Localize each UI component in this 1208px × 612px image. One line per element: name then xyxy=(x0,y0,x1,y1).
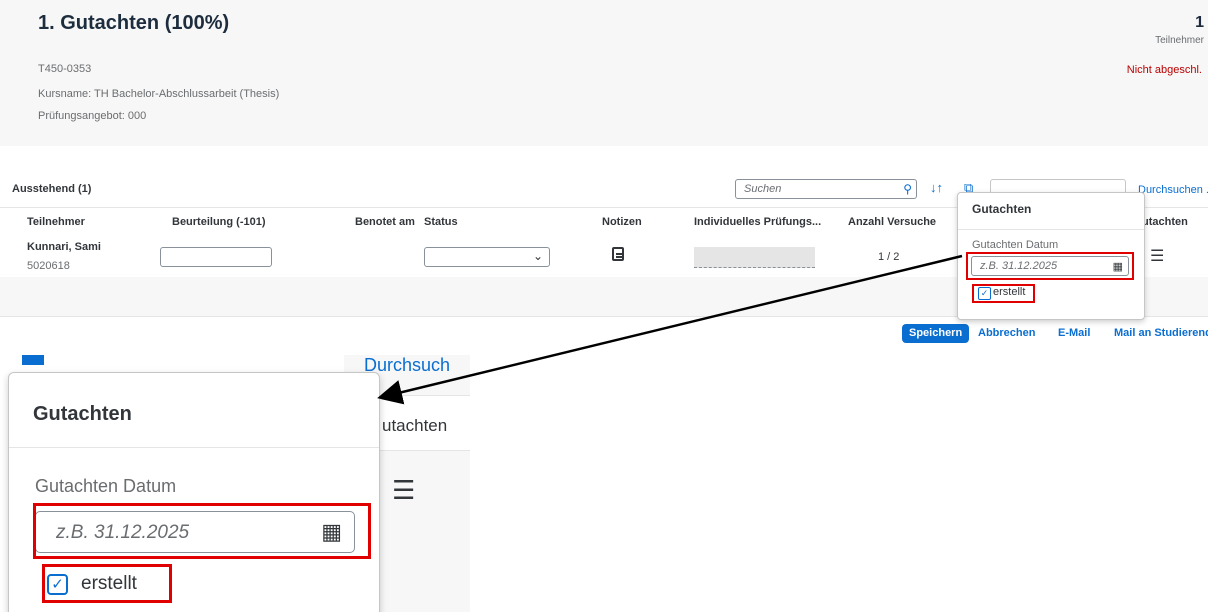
participants-label: Teilnehmer xyxy=(1155,35,1204,46)
zoom-date-label: Gutachten Datum xyxy=(35,476,177,496)
participants-count: 1 xyxy=(1195,14,1204,31)
participant-id: 5020618 xyxy=(27,260,70,272)
zoom-highlight-date-input xyxy=(33,503,371,559)
search-icon[interactable]: ⚲ xyxy=(903,182,912,196)
attempts-value: 1 / 2 xyxy=(878,251,900,263)
popover-divider xyxy=(958,229,1144,230)
mail-students-button[interactable]: Mail an Studierend xyxy=(1114,327,1208,339)
table-title: Ausstehend (1) xyxy=(12,183,92,195)
save-button[interactable]: Speichern xyxy=(902,324,970,343)
zoom-popover-title: Gutachten xyxy=(33,403,132,425)
column-header-attempts[interactable]: Anzahl Versuche xyxy=(848,216,936,228)
exam-offer: Prüfungsangebot: 000 xyxy=(38,110,147,122)
column-header-participant[interactable]: Teilnehmer xyxy=(27,216,85,228)
column-header-individual-exam[interactable]: Individuelles Prüfungs... xyxy=(694,216,821,228)
notes-icon[interactable] xyxy=(612,247,624,261)
zoom-popover: Gutachten Gutachten Datum z.B. 31.12.202… xyxy=(8,372,380,612)
status-badge: Nicht abgeschl. xyxy=(1126,64,1202,76)
zoom-popover-divider xyxy=(9,447,379,448)
highlight-date-input xyxy=(966,252,1134,280)
browse-link[interactable]: Durchsuchen ... xyxy=(1138,184,1208,196)
chevron-down-icon: ⌄ xyxy=(532,249,543,263)
participant-name: Kunnari, Sami xyxy=(27,241,101,253)
popover-title: Gutachten xyxy=(972,202,1032,216)
zoom-highlight-checkbox xyxy=(42,564,172,603)
sort-icon[interactable]: ↓↑ xyxy=(930,180,943,195)
zoom-checklist-icon: ☰ xyxy=(392,475,416,505)
page-title: 1. Gutachten (100%) xyxy=(38,12,230,34)
date-label: Gutachten Datum xyxy=(972,239,1059,251)
column-header-notes[interactable]: Notizen xyxy=(602,216,642,228)
column-header-graded-on[interactable]: Benotet am xyxy=(355,216,415,228)
status-select[interactable]: ⌄ xyxy=(424,247,550,267)
column-header-status[interactable]: Status xyxy=(424,216,458,228)
column-header-gutachten[interactable]: utachten xyxy=(1142,216,1188,228)
grade-input[interactable] xyxy=(160,247,272,267)
search-input[interactable]: Suchen ⚲ xyxy=(735,179,917,199)
individual-exam-field xyxy=(694,247,815,268)
search-placeholder: Suchen xyxy=(744,183,782,195)
zoom-column-header: utachten xyxy=(382,416,448,435)
checklist-icon[interactable]: ☰ xyxy=(1150,246,1164,266)
exam-code: T450-0353 xyxy=(38,63,92,75)
zoom-panel: Durchsuch utachten ☰ Gutachten Gutachten… xyxy=(0,355,470,612)
cancel-button[interactable]: Abbrechen xyxy=(978,327,1035,339)
zoom-settings-icon xyxy=(22,355,44,365)
course-name: Kursname: TH Bachelor-Abschlussarbeit (T… xyxy=(38,88,280,100)
column-header-grade[interactable]: Beurteilung (-101) xyxy=(172,216,266,228)
highlight-checkbox xyxy=(972,284,1035,303)
email-button[interactable]: E-Mail xyxy=(1058,327,1090,339)
